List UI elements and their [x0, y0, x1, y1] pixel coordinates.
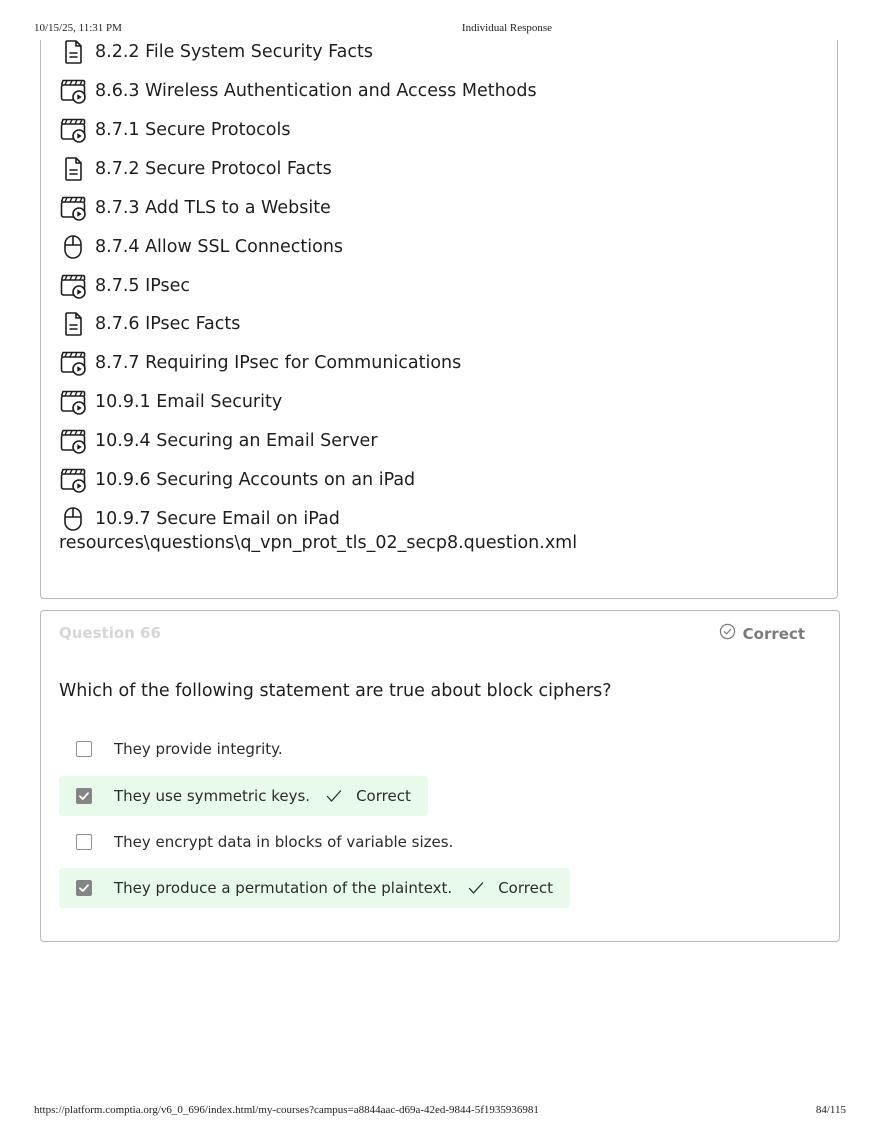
lesson-item[interactable]: 8.7.3 Add TLS to a Website [59, 193, 331, 223]
video-icon [59, 77, 87, 105]
lesson-label: 8.2.2 File System Security Facts [95, 42, 373, 62]
print-url: https://platform.comptia.org/v6_0_696/in… [34, 1104, 539, 1116]
answer-label: They produce a permutation of the plaint… [114, 879, 453, 897]
answer-option[interactable]: They provide integrity. [59, 729, 300, 769]
lesson-label: 10.9.1 Email Security [95, 392, 283, 412]
lesson-item[interactable]: 8.7.5 IPsec [59, 271, 190, 301]
question-status-label: Correct [742, 624, 805, 643]
video-icon [59, 194, 87, 222]
checkmark-icon [469, 882, 484, 894]
print-title: Individual Response [461, 22, 553, 34]
lesson-item[interactable]: 10.9.6 Securing Accounts on an iPad [59, 465, 415, 495]
answer-label: They use symmetric keys. [114, 787, 311, 805]
answer-label: They encrypt data in blocks of variable … [114, 833, 454, 851]
print-footer: https://platform.comptia.org/v6_0_696/in… [0, 1104, 880, 1118]
lesson-label: 8.7.7 Requiring IPsec for Communications [95, 353, 462, 373]
lesson-item[interactable]: 10.9.7 Secure Email on iPad [59, 504, 340, 534]
video-icon [59, 349, 87, 377]
correct-mark: Correct [326, 787, 411, 805]
correct-label: Correct [356, 787, 411, 805]
video-icon [59, 427, 87, 455]
answer-option[interactable]: They produce a permutation of the plaint… [59, 868, 570, 908]
video-icon [59, 466, 87, 494]
correct-label: Correct [498, 879, 553, 897]
lesson-item[interactable]: 8.7.2 Secure Protocol Facts [59, 154, 332, 184]
video-icon [59, 272, 87, 300]
mouse-icon [59, 233, 87, 261]
lesson-item[interactable]: 8.7.4 Allow SSL Connections [59, 232, 343, 262]
answer-checkbox[interactable] [76, 741, 92, 757]
lesson-item[interactable]: 8.7.6 IPsec Facts [59, 309, 240, 339]
mouse-icon [59, 505, 87, 533]
lesson-item[interactable]: 8.6.3 Wireless Authentication and Access… [59, 76, 537, 106]
answer-option[interactable]: They use symmetric keys. Correct [59, 776, 428, 816]
lesson-label: 10.9.6 Securing Accounts on an iPad [95, 470, 416, 490]
lesson-label: 8.7.3 Add TLS to a Website [95, 198, 331, 218]
check-circle-icon [719, 623, 743, 644]
document-icon [59, 155, 87, 183]
print-page-number: 84/115 [815, 1104, 846, 1116]
lesson-label: 10.9.4 Securing an Email Server [95, 431, 378, 451]
video-icon [59, 116, 87, 144]
document-icon [59, 310, 87, 338]
lesson-label: 8.7.4 Allow SSL Connections [95, 237, 344, 257]
lesson-label: 8.7.6 IPsec Facts [95, 314, 241, 334]
lesson-item[interactable]: 10.9.4 Securing an Email Server [59, 426, 378, 456]
lesson-item[interactable]: 8.7.7 Requiring IPsec for Communications [59, 348, 461, 378]
lesson-label: 10.9.7 Secure Email on iPad [95, 509, 340, 529]
checkmark-icon [326, 790, 342, 802]
related-lessons-card: 8.2.2 File System Security Facts 8.6.3 W… [40, 40, 838, 599]
answer-checkbox[interactable] [76, 880, 92, 896]
lesson-item[interactable]: 8.2.2 File System Security Facts [59, 37, 373, 67]
print-header: 10/15/25, 11:31 PM Individual Response [0, 22, 880, 36]
resource-path: resources\questions\q_vpn_prot_tls_02_se… [59, 533, 578, 553]
lesson-item[interactable]: 8.7.1 Secure Protocols [59, 115, 290, 145]
lesson-label: 8.7.2 Secure Protocol Facts [95, 159, 332, 179]
answer-label: They provide integrity. [114, 740, 283, 758]
question-number: Question 66 [59, 624, 161, 642]
lesson-label: 8.7.1 Secure Protocols [95, 120, 291, 140]
answer-option[interactable]: They encrypt data in blocks of variable … [59, 822, 470, 862]
document-icon [59, 38, 87, 66]
correct-mark: Correct [468, 879, 553, 897]
question-status: Correct [719, 623, 805, 644]
answer-checkbox[interactable] [76, 788, 92, 804]
lesson-label: 8.7.5 IPsec [95, 276, 191, 296]
question-text: Which of the following statement are tru… [59, 681, 612, 701]
lesson-label: 8.6.3 Wireless Authentication and Access… [95, 81, 537, 101]
video-icon [59, 388, 87, 416]
question-card: Question 66 Correct Which of the followi… [40, 610, 840, 942]
lesson-item[interactable]: 10.9.1 Email Security [59, 387, 282, 417]
answer-checkbox[interactable] [76, 834, 92, 850]
